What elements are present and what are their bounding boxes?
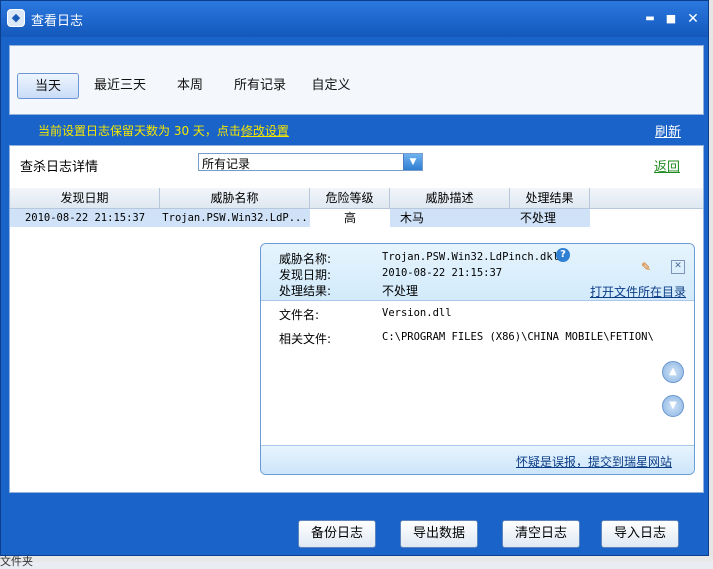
chevron-down-icon[interactable]: ▼ bbox=[403, 154, 422, 170]
scroll-down-icon[interactable]: ▼ bbox=[662, 395, 684, 417]
window-title: 查看日志 bbox=[31, 14, 84, 29]
background-window-bottom bbox=[0, 556, 713, 562]
backup-log-button[interactable]: 备份日志 bbox=[298, 520, 376, 548]
log-window: ◆ 查看日志 ▬ ■ ✕ 当天 最近三天 本周 所有记录 自定义 当前设置日志保… bbox=[0, 0, 709, 556]
close-button[interactable]: ✕ bbox=[684, 10, 702, 28]
title-bar[interactable]: ◆ 查看日志 ▬ ■ ✕ bbox=[1, 1, 708, 37]
pin-icon[interactable]: ✎ bbox=[641, 260, 651, 274]
record-filter-select[interactable]: 所有记录 ▼ bbox=[198, 153, 423, 171]
background-label: 文件夹 bbox=[0, 555, 33, 568]
retention-notice: 当前设置日志保留天数为 30 天，点击修改设置 bbox=[38, 122, 289, 139]
popup-close-icon[interactable]: ✕ bbox=[671, 260, 685, 274]
clear-log-button[interactable]: 清空日志 bbox=[502, 520, 580, 548]
cell-threat-name: Trojan.PSW.Win32.LdP... bbox=[162, 212, 308, 224]
refresh-link[interactable]: 刷新 bbox=[655, 121, 681, 140]
tab-last-three-days[interactable]: 最近三天 bbox=[90, 73, 150, 99]
open-file-location-link[interactable]: 打开文件所在目录 bbox=[590, 283, 686, 300]
tab-today[interactable]: 当天 bbox=[17, 73, 79, 99]
file-name-value: Version.dll bbox=[382, 307, 452, 319]
column-threat-name[interactable]: 威胁名称 bbox=[160, 188, 310, 208]
column-risk-level[interactable]: 危险等级 bbox=[310, 188, 390, 208]
column-threat-description[interactable]: 威胁描述 bbox=[390, 188, 510, 208]
cell-risk-level: 高 bbox=[310, 209, 390, 227]
threat-name-label: 威胁名称: bbox=[279, 252, 332, 266]
cell-threat-description: 木马 bbox=[400, 211, 425, 225]
shield-icon: ◆ bbox=[7, 9, 25, 27]
background-window-edge bbox=[709, 0, 713, 562]
import-log-button[interactable]: 导入日志 bbox=[601, 520, 679, 548]
minimize-button[interactable]: ▬ bbox=[641, 10, 659, 28]
detail-label: 查杀日志详情 bbox=[20, 160, 99, 175]
found-date-value: 2010-08-22 21:15:37 bbox=[382, 267, 503, 279]
related-file-value: C:\PROGRAM FILES (X86)\CHINA MOBILE\FETI… bbox=[382, 331, 654, 343]
found-date-label: 发现日期: bbox=[279, 268, 332, 282]
help-icon[interactable]: ? bbox=[556, 248, 570, 262]
threat-name-value: Trojan.PSW.Win32.LdPinch.dkl bbox=[382, 251, 560, 263]
cell-found-date: 2010-08-22 21:15:37 bbox=[24, 212, 146, 224]
popup-footer: 怀疑是误报，提交到瑞星网站 bbox=[261, 445, 694, 474]
column-found-date[interactable]: 发现日期 bbox=[10, 188, 160, 208]
log-detail-panel: 查杀日志详情 所有记录 ▼ 返回 发现日期 威胁名称 危险等级 威胁描述 处理结… bbox=[9, 145, 704, 493]
threat-detail-popup: 威胁名称: Trojan.PSW.Win32.LdPinch.dkl ? 发现日… bbox=[260, 243, 695, 475]
tab-custom[interactable]: 自定义 bbox=[307, 73, 355, 99]
tab-all-records[interactable]: 所有记录 bbox=[230, 73, 290, 99]
scroll-up-icon[interactable]: ▲ bbox=[662, 361, 684, 383]
maximize-button[interactable]: ■ bbox=[662, 10, 680, 28]
record-filter-value: 所有记录 bbox=[202, 157, 251, 171]
retention-notice-text: 当前设置日志保留天数为 30 天，点击 bbox=[38, 124, 241, 138]
back-link[interactable]: 返回 bbox=[654, 156, 680, 175]
table-header: 发现日期 威胁名称 危险等级 威胁描述 处理结果 bbox=[10, 188, 703, 209]
related-file-label: 相关文件: bbox=[279, 332, 332, 346]
modify-settings-link[interactable]: 修改设置 bbox=[241, 124, 289, 138]
file-name-label: 文件名: bbox=[279, 308, 320, 322]
cell-result: 不处理 bbox=[520, 211, 557, 225]
popup-summary: 威胁名称: Trojan.PSW.Win32.LdPinch.dkl ? 发现日… bbox=[261, 244, 694, 301]
date-filter-tabs: 当天 最近三天 本周 所有记录 自定义 bbox=[9, 45, 704, 115]
result-label: 处理结果: bbox=[279, 284, 332, 298]
column-result[interactable]: 处理结果 bbox=[510, 188, 590, 208]
result-value: 不处理 bbox=[382, 284, 419, 298]
tab-this-week[interactable]: 本周 bbox=[170, 73, 210, 99]
table-row[interactable]: 2010-08-22 21:15:37 Trojan.PSW.Win32.LdP… bbox=[10, 209, 590, 227]
report-false-positive-link[interactable]: 怀疑是误报，提交到瑞星网站 bbox=[516, 453, 672, 470]
export-data-button[interactable]: 导出数据 bbox=[400, 520, 478, 548]
